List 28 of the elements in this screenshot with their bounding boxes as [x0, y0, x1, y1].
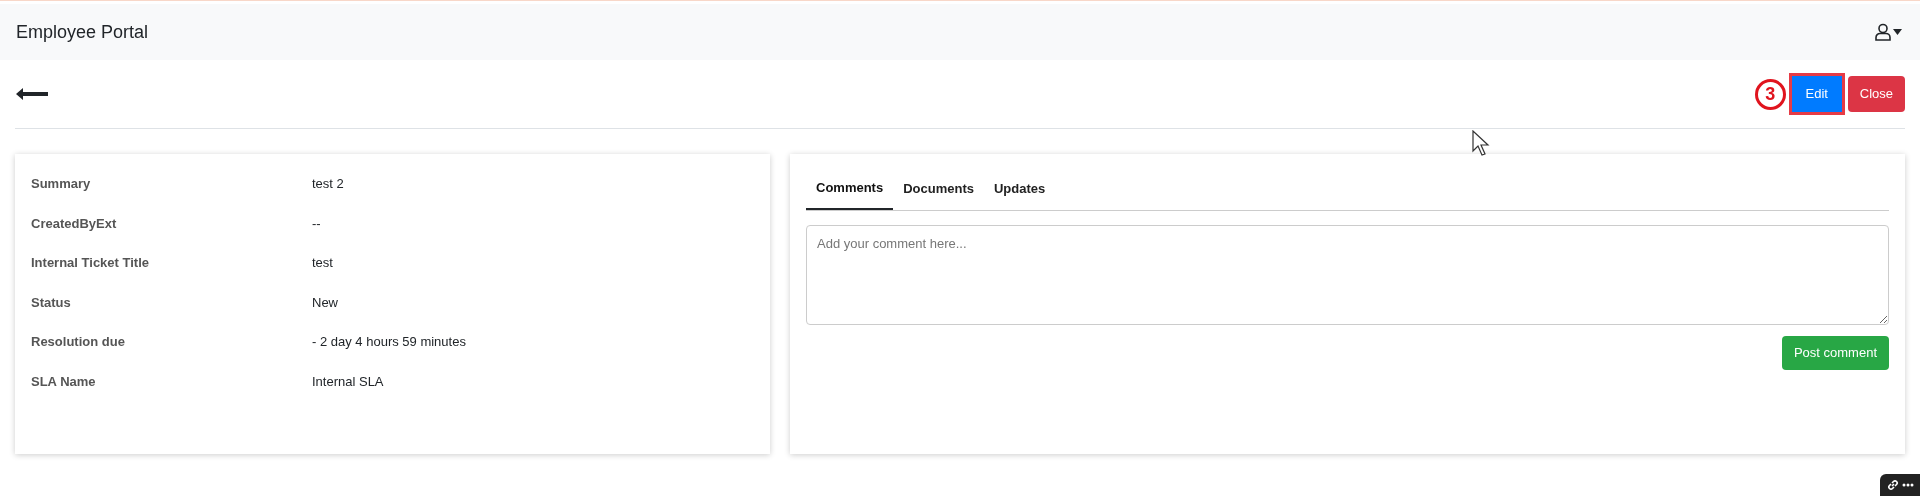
field-value: --	[312, 214, 321, 233]
edit-button[interactable]: Edit	[1791, 76, 1842, 112]
link-icon	[1886, 479, 1899, 491]
field-value: - 2 day 4 hours 59 minutes	[312, 333, 466, 351]
helper-widget[interactable]	[1880, 474, 1920, 496]
step-marker: 3	[1754, 78, 1786, 110]
close-button[interactable]: Close	[1847, 76, 1905, 112]
comment-field[interactable]: Add your comment here...	[806, 224, 1889, 325]
more-icon	[1901, 483, 1914, 487]
field-label: SLA Name	[31, 372, 97, 391]
tab[interactable]: Documents	[893, 178, 984, 210]
back-arrow-icon	[16, 87, 48, 101]
back-button[interactable]	[16, 87, 48, 101]
field-value: Internal SLA	[312, 372, 384, 391]
field-value: test	[312, 254, 333, 272]
field-value: New	[312, 293, 338, 312]
tab[interactable]: Updates	[984, 178, 1056, 210]
user-menu-button[interactable]	[1875, 23, 1902, 41]
field-label: Resolution due	[31, 333, 126, 351]
user-icon	[1875, 23, 1891, 41]
field-label: Internal Ticket Title	[31, 254, 150, 272]
caret-icon	[1893, 29, 1902, 35]
field-label: CreatedByExt	[31, 214, 118, 233]
field-label: Summary	[31, 175, 92, 193]
field-value: test 2	[312, 175, 344, 193]
field-label: Status	[31, 293, 72, 312]
tab[interactable]: Comments	[806, 178, 894, 210]
app-title: Employee Portal	[16, 20, 149, 44]
